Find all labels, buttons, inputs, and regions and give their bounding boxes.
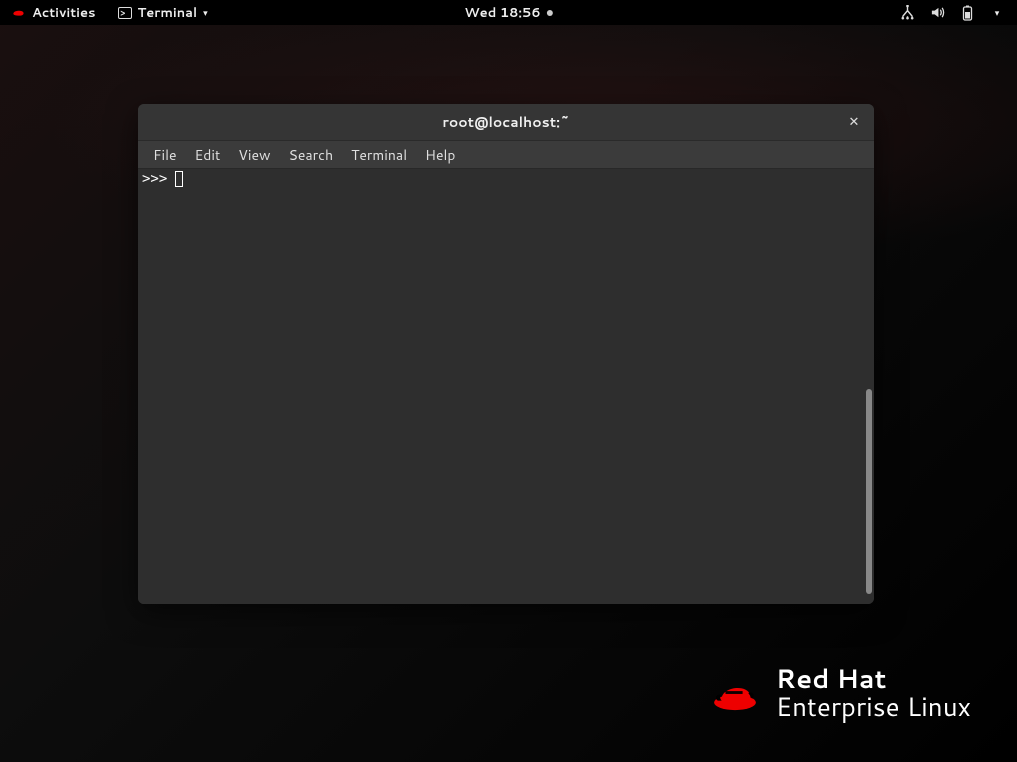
volume-icon[interactable] — [929, 5, 945, 21]
terminal-prompt: >>> — [142, 171, 167, 187]
menu-file[interactable]: File — [144, 141, 186, 169]
menu-search[interactable]: Search — [280, 141, 343, 169]
brand-line-2: Enterprise Linux — [776, 693, 971, 722]
terminal-line: >>> — [142, 171, 870, 187]
scrollbar-thumb[interactable] — [866, 389, 872, 594]
current-app-menu[interactable]: Terminal ▾ — [112, 2, 214, 24]
window-title: root@localhost:~ — [442, 112, 569, 132]
battery-icon[interactable] — [959, 5, 975, 21]
activities-button[interactable]: Activities — [4, 2, 102, 24]
window-titlebar[interactable]: root@localhost:~ ✕ — [138, 104, 874, 141]
desktop-branding: Red Hat Enterprise Linux — [712, 665, 971, 722]
redhat-icon — [10, 7, 26, 19]
datetime-label: Wed 18:56 — [464, 4, 540, 22]
topbar-left-group: Activities Terminal ▾ — [4, 2, 214, 24]
terminal-cursor — [175, 171, 183, 187]
terminal-viewport[interactable]: >>> — [138, 169, 874, 604]
menu-view[interactable]: View — [229, 141, 279, 169]
close-button[interactable]: ✕ — [844, 112, 864, 132]
notification-dot-icon — [547, 10, 553, 16]
terminal-window: root@localhost:~ ✕ File Edit View Search… — [138, 104, 874, 604]
system-tray: ▾ — [899, 5, 1013, 21]
terminal-app-icon — [118, 7, 132, 19]
datetime-button[interactable]: Wed 18:56 — [458, 2, 558, 24]
close-icon: ✕ — [849, 113, 860, 131]
current-app-label: Terminal — [138, 4, 198, 22]
network-icon[interactable] — [899, 5, 915, 21]
menu-help[interactable]: Help — [416, 141, 464, 169]
activities-label: Activities — [32, 4, 96, 22]
menubar: File Edit View Search Terminal Help — [138, 141, 874, 169]
redhat-logo-icon — [712, 674, 758, 712]
menu-edit[interactable]: Edit — [186, 141, 230, 169]
menu-terminal[interactable]: Terminal — [342, 141, 416, 169]
system-menu-chevron-icon[interactable]: ▾ — [989, 5, 1005, 21]
chevron-down-icon: ▾ — [203, 6, 208, 19]
branding-text: Red Hat Enterprise Linux — [776, 665, 971, 722]
gnome-topbar: Activities Terminal ▾ Wed 18:56 ▾ — [0, 0, 1017, 25]
